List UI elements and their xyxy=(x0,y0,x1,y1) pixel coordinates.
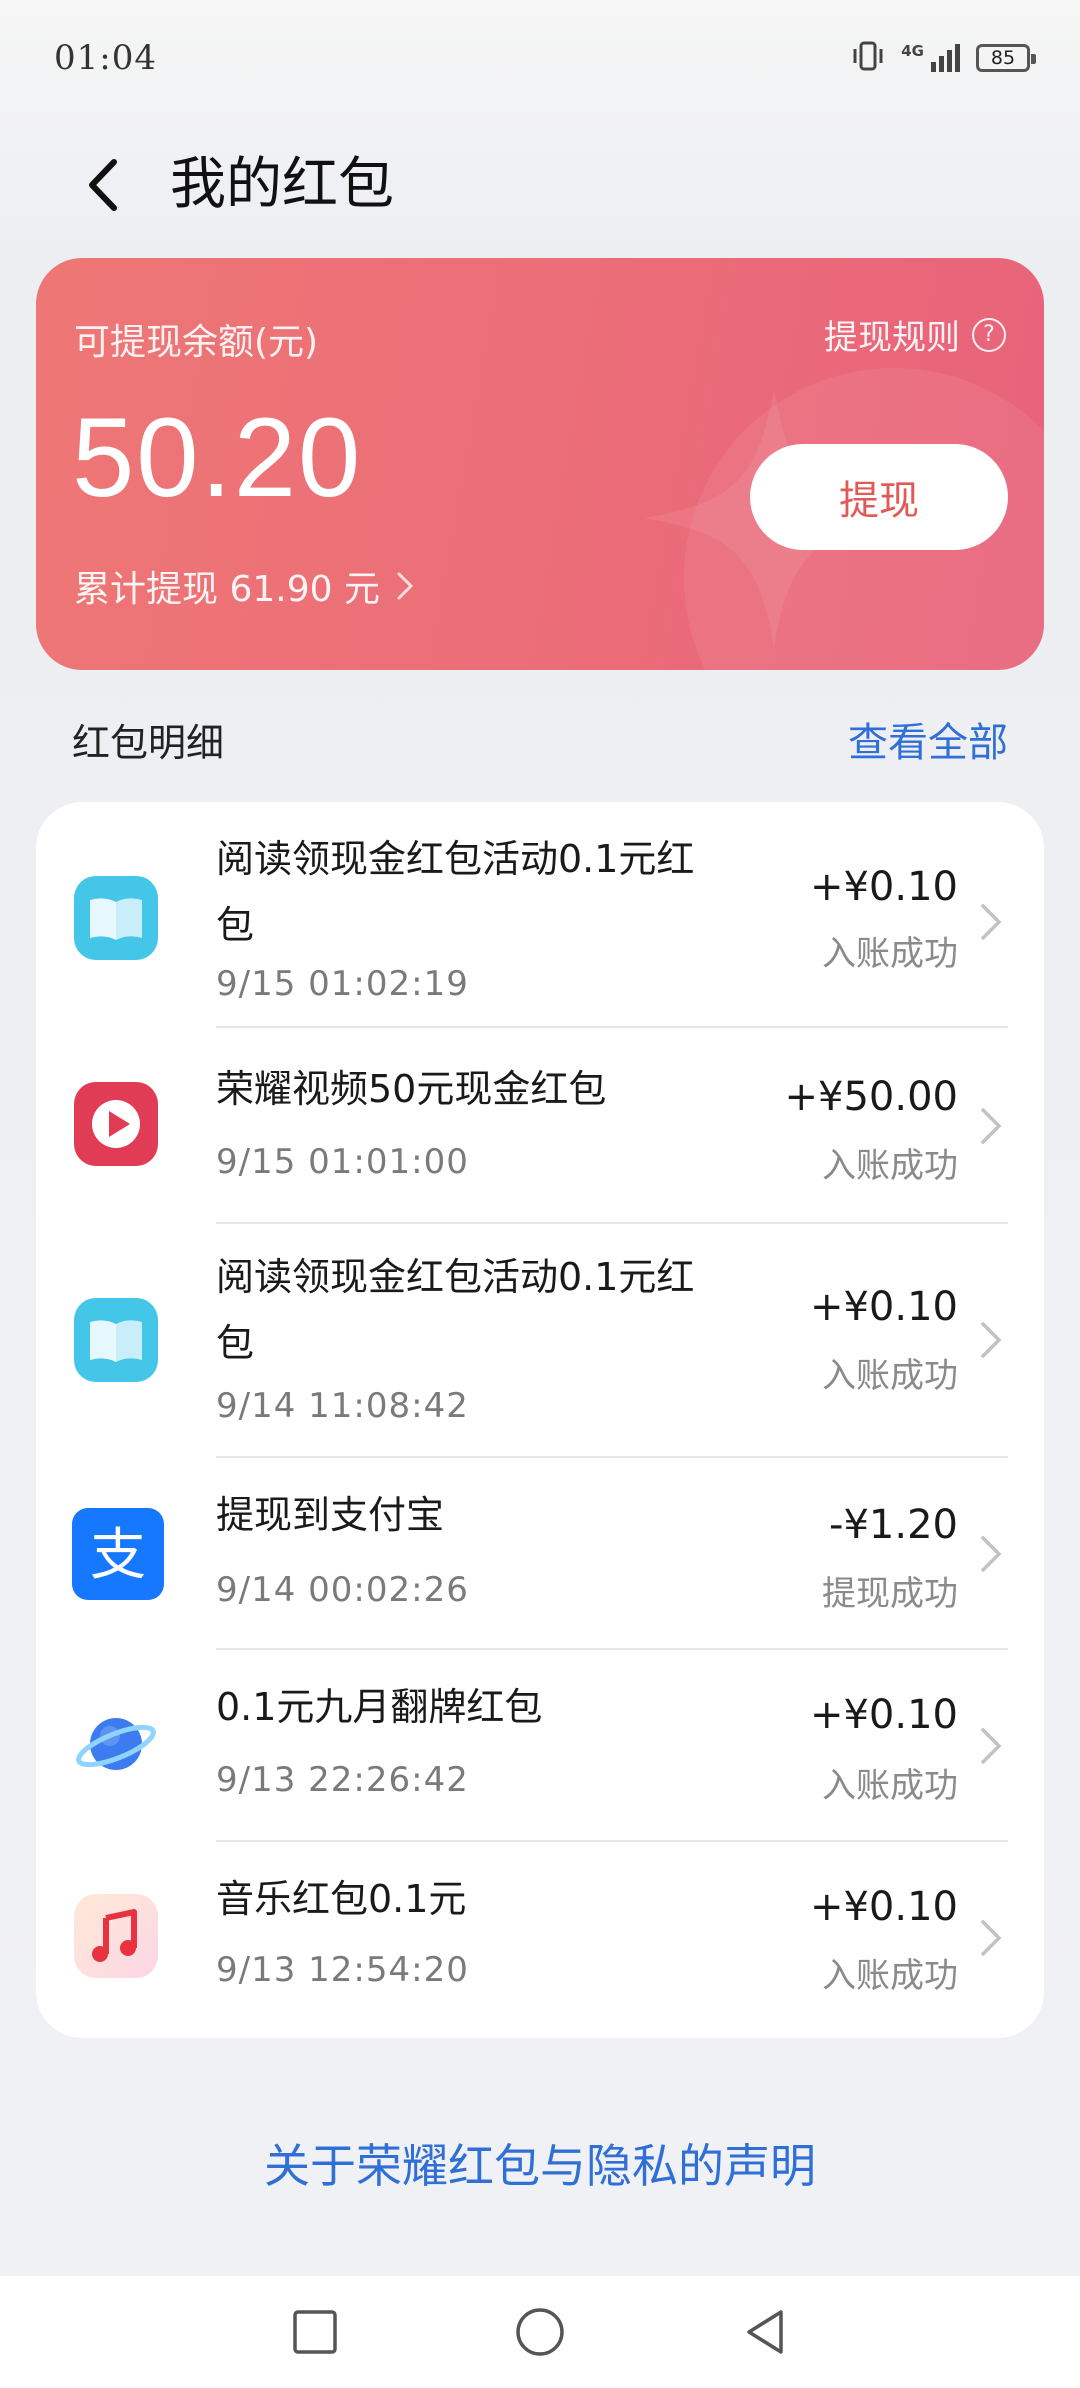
book-app-icon xyxy=(74,876,158,960)
total-withdrawn-link[interactable]: 累计提现 61.90 元 xyxy=(74,560,414,612)
item-title: 荣耀视频50元现金红包 xyxy=(216,1067,607,1111)
item-time: 9/14 11:08:42 xyxy=(216,1386,469,1426)
chevron-right-icon xyxy=(981,904,1002,940)
status-icons: 4G 85 xyxy=(851,38,1036,78)
back-arrow-icon xyxy=(89,159,117,211)
item-amount: +¥0.10 xyxy=(809,1284,958,1330)
privacy-statement-link[interactable]: 关于荣耀红包与隐私的声明 xyxy=(0,2130,1080,2196)
balance-amount: 50.20 xyxy=(72,395,363,520)
chevron-right-icon xyxy=(981,1920,1002,1956)
view-all-link[interactable]: 查看全部 xyxy=(848,710,1008,768)
alipay-icon: 支 xyxy=(72,1508,164,1600)
chevron-right-icon xyxy=(981,1728,1002,1764)
item-time: 9/13 22:26:42 xyxy=(216,1760,469,1800)
chevron-right-icon xyxy=(397,572,414,600)
balance-card: 可提现余额(元) 提现规则 ? 50.20 累计提现 61.90 元 提现 xyxy=(36,258,1044,670)
withdraw-button[interactable]: 提现 xyxy=(750,444,1008,550)
chevron-right-icon xyxy=(981,1108,1002,1144)
page-title: 我的红包 xyxy=(170,152,394,217)
network-type: 4G xyxy=(901,42,924,60)
item-title: 音乐红包0.1元 xyxy=(216,1877,467,1921)
video-app-icon xyxy=(74,1082,158,1166)
item-time: 9/13 12:54:20 xyxy=(216,1950,469,1990)
battery-level: 85 xyxy=(990,47,1016,69)
book-app-icon xyxy=(74,1298,158,1382)
item-status: 入账成功 xyxy=(822,1766,958,1806)
item-status: 入账成功 xyxy=(822,934,958,974)
planet-icon xyxy=(76,1718,156,1770)
status-time: 01:04 xyxy=(54,38,157,78)
item-amount: +¥0.10 xyxy=(809,864,958,910)
item-time: 9/15 01:01:00 xyxy=(216,1142,469,1182)
item-title: 提现到支付宝 xyxy=(216,1493,445,1537)
chevron-right-icon xyxy=(981,1536,1002,1572)
list-item[interactable]: 支 提现到支付宝 9/14 00:02:26 -¥1.20 提现成功 xyxy=(36,1458,1044,1650)
back-button[interactable] xyxy=(72,150,142,220)
chevron-right-icon xyxy=(981,1322,1002,1358)
vibrate-icon xyxy=(851,39,885,77)
item-status: 提现成功 xyxy=(822,1574,958,1614)
item-time: 9/15 01:02:19 xyxy=(216,964,469,1004)
recent-apps-icon xyxy=(293,2310,337,2354)
battery-icon: 85 xyxy=(976,44,1036,72)
home-button[interactable] xyxy=(510,2302,570,2362)
svg-text:支: 支 xyxy=(90,1523,146,1588)
list-item[interactable]: 阅读领现金红包活动0.1元红包 9/15 01:02:19 +¥0.10 入账成… xyxy=(36,802,1044,1028)
item-title: 阅读领现金红包活动0.1元红包 xyxy=(216,837,695,947)
back-icon xyxy=(747,2310,783,2354)
list-item[interactable]: 0.1元九月翻牌红包 9/13 22:26:42 +¥0.10 入账成功 xyxy=(36,1650,1044,1842)
home-icon xyxy=(516,2308,564,2356)
item-status: 入账成功 xyxy=(822,1356,958,1396)
recent-apps-button[interactable] xyxy=(285,2302,345,2362)
signal-icon: 4G xyxy=(901,44,960,72)
list-item[interactable]: 阅读领现金红包活动0.1元红包 9/14 11:08:42 +¥0.10 入账成… xyxy=(36,1224,1044,1458)
balance-label: 可提现余额(元) xyxy=(74,322,319,363)
item-amount: +¥0.10 xyxy=(809,1692,958,1738)
status-bar: 01:04 4G 85 xyxy=(0,0,1080,120)
list-item[interactable]: 荣耀视频50元现金红包 9/15 01:01:00 +¥50.00 入账成功 xyxy=(36,1028,1044,1224)
item-amount: +¥0.10 xyxy=(809,1884,958,1930)
details-section-title: 红包明细 xyxy=(72,721,225,765)
total-withdrawn-text: 累计提现 61.90 元 xyxy=(74,569,380,610)
navigation-bar xyxy=(0,2276,1080,2388)
item-title: 阅读领现金红包活动0.1元红包 xyxy=(216,1255,695,1365)
help-icon: ? xyxy=(972,317,1006,352)
page-header: 我的红包 xyxy=(0,120,1080,255)
withdraw-rules-link[interactable]: 提现规则 ? xyxy=(824,310,1006,359)
item-status: 入账成功 xyxy=(822,1956,958,1996)
music-app-icon xyxy=(74,1894,158,1978)
item-title: 0.1元九月翻牌红包 xyxy=(216,1685,543,1729)
rules-label: 提现规则 xyxy=(824,318,960,358)
red-packet-list: 阅读领现金红包活动0.1元红包 9/15 01:02:19 +¥0.10 入账成… xyxy=(36,802,1044,2038)
item-amount: -¥1.20 xyxy=(829,1502,958,1548)
item-amount: +¥50.00 xyxy=(784,1074,958,1120)
item-time: 9/14 00:02:26 xyxy=(216,1570,469,1610)
nav-back-button[interactable] xyxy=(735,2302,795,2362)
list-item[interactable]: 音乐红包0.1元 9/13 12:54:20 +¥0.10 入账成功 xyxy=(36,1842,1044,2038)
item-status: 入账成功 xyxy=(822,1146,958,1186)
